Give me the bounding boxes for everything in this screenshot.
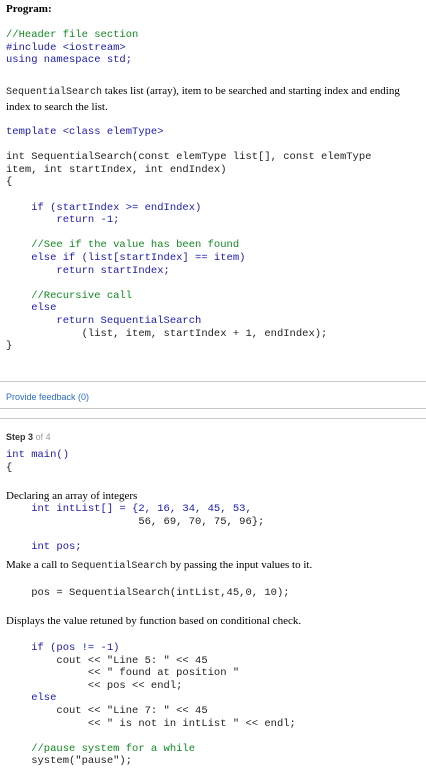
step-total: of 4 [35, 432, 51, 442]
code-line: << pos << endl; [6, 679, 183, 692]
code-line: int intList[] = {2, 16, 34, 45, 53, [6, 503, 252, 515]
code-line: (list, item, startIndex + 1, endIndex); [6, 327, 328, 340]
call-text-2: by passing the input values to it. [167, 559, 313, 571]
call-paragraph: Make a call to SequentialSearch by passi… [6, 559, 422, 574]
divider [0, 381, 426, 382]
code-line: if (pos != -1) [6, 642, 120, 654]
code-header-section: //Header file section #include <iostream… [6, 29, 422, 67]
code-line: << " found at position " [6, 667, 240, 680]
step-prefix: Step [6, 432, 26, 442]
code-line: using namespace std; [6, 54, 133, 67]
step-indicator: Step 3 of 4 [6, 432, 422, 442]
code-call: pos = SequentialSearch(intList,45,0, 10)… [6, 587, 422, 600]
code-line: return startIndex; [6, 264, 170, 277]
program-title: Program: [6, 3, 52, 15]
code-line: system("pause"); [6, 755, 133, 768]
code-line: { [6, 461, 13, 474]
code-line: //Header file section [6, 29, 139, 41]
call-text: Make a call to [6, 559, 72, 571]
code-line: if (startIndex >= endIndex) [6, 201, 202, 214]
code-main-start: int main() { [6, 449, 422, 474]
code-line: cout << "Line 7: " << 45 [6, 704, 208, 717]
call-inline-code: SequentialSearch [71, 561, 168, 572]
declare-text: Declaring an array of integers [6, 490, 138, 502]
code-function-section: template <class elemType> int Sequential… [6, 126, 422, 353]
code-declarations: int intList[] = {2, 16, 34, 45, 53, 56, … [6, 503, 422, 553]
code-line: //See if the value has been found [6, 239, 240, 252]
code-line: else [6, 302, 57, 315]
code-line: return -1; [6, 214, 120, 227]
code-line: int SequentialSearch(const elemType list… [6, 151, 372, 164]
code-line: template <class elemType> [6, 126, 164, 138]
code-line: { [6, 176, 13, 189]
code-line: else [6, 692, 57, 705]
divider [0, 408, 426, 409]
provide-feedback-link[interactable]: Provide feedback (0) [6, 392, 422, 402]
code-line: cout << "Line 5: " << 45 [6, 654, 208, 667]
explanation-paragraph: SequentialSearch takes list (array), ite… [6, 84, 422, 114]
code-line: } [6, 340, 13, 353]
code-line: else if (list[startIndex] == item) [6, 251, 246, 264]
code-line: 56, 69, 70, 75, 96}; [6, 515, 265, 528]
code-conditional: if (pos != -1) cout << "Line 5: " << 45 … [6, 642, 422, 768]
step-number: 3 [28, 432, 34, 442]
code-line: return SequentialSearch [6, 314, 202, 327]
code-line: #include <iostream> [6, 41, 126, 54]
code-line: //Recursive call [6, 289, 133, 302]
code-line: int main() [6, 449, 70, 461]
code-line: << " is not in intList " << endl; [6, 717, 296, 730]
code-line: //pause system for a while [6, 742, 196, 755]
code-line: item, int startIndex, int endIndex) [6, 163, 227, 176]
code-line: pos = SequentialSearch(intList,45,0, 10)… [6, 587, 290, 599]
divider [0, 418, 426, 419]
display-text: Displays the value retuned by function b… [6, 615, 302, 627]
code-line: int pos; [6, 540, 82, 553]
explain-inline-code: SequentialSearch [6, 87, 103, 98]
